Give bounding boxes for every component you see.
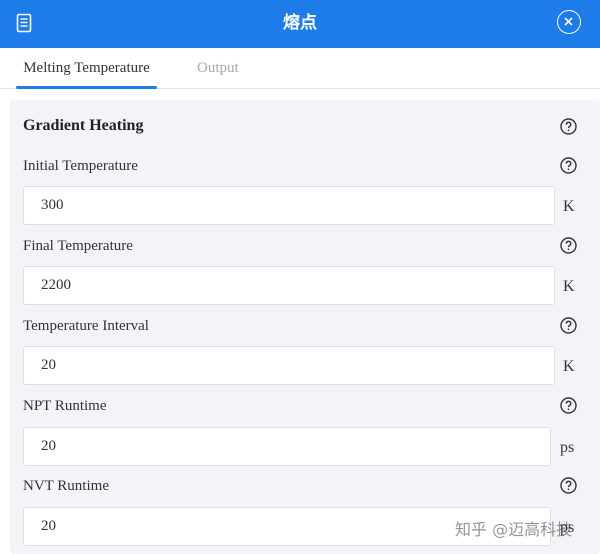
npt-runtime-unit: ps <box>560 439 575 456</box>
npt-runtime-input[interactable]: 20 <box>23 427 551 466</box>
tab-output[interactable]: Output <box>197 48 239 88</box>
temperature-interval-unit: K <box>563 358 575 375</box>
help-icon[interactable] <box>560 118 577 135</box>
temperature-interval-input[interactable]: 20 <box>23 346 555 385</box>
final-temperature-unit: K <box>563 278 575 295</box>
npt-runtime-label: NPT Runtime <box>23 398 107 414</box>
initial-temperature-unit: K <box>563 198 575 215</box>
watermark: 知乎 @迈高科技 <box>455 520 573 539</box>
help-icon[interactable] <box>560 317 577 334</box>
temperature-interval-label: Temperature Interval <box>23 318 149 334</box>
section-title: Gradient Heating <box>23 117 144 134</box>
initial-temperature-input[interactable]: 300 <box>23 186 555 225</box>
help-icon[interactable] <box>560 397 577 414</box>
dialog-header: 熔点 <box>0 0 600 48</box>
help-icon[interactable] <box>560 237 577 254</box>
help-icon[interactable] <box>560 157 577 174</box>
help-icon[interactable] <box>560 477 577 494</box>
dialog-title: 熔点 <box>283 13 317 33</box>
tab-melting-temperature[interactable]: Melting Temperature <box>16 48 157 89</box>
initial-temperature-label: Initial Temperature <box>23 158 138 174</box>
final-temperature-input[interactable]: 2200 <box>23 266 555 305</box>
tab-bar: Melting Temperature Output <box>0 48 600 89</box>
nvt-runtime-label: NVT Runtime <box>23 478 109 494</box>
final-temperature-label: Final Temperature <box>23 238 133 254</box>
close-icon <box>564 17 573 26</box>
close-button[interactable] <box>557 10 581 34</box>
